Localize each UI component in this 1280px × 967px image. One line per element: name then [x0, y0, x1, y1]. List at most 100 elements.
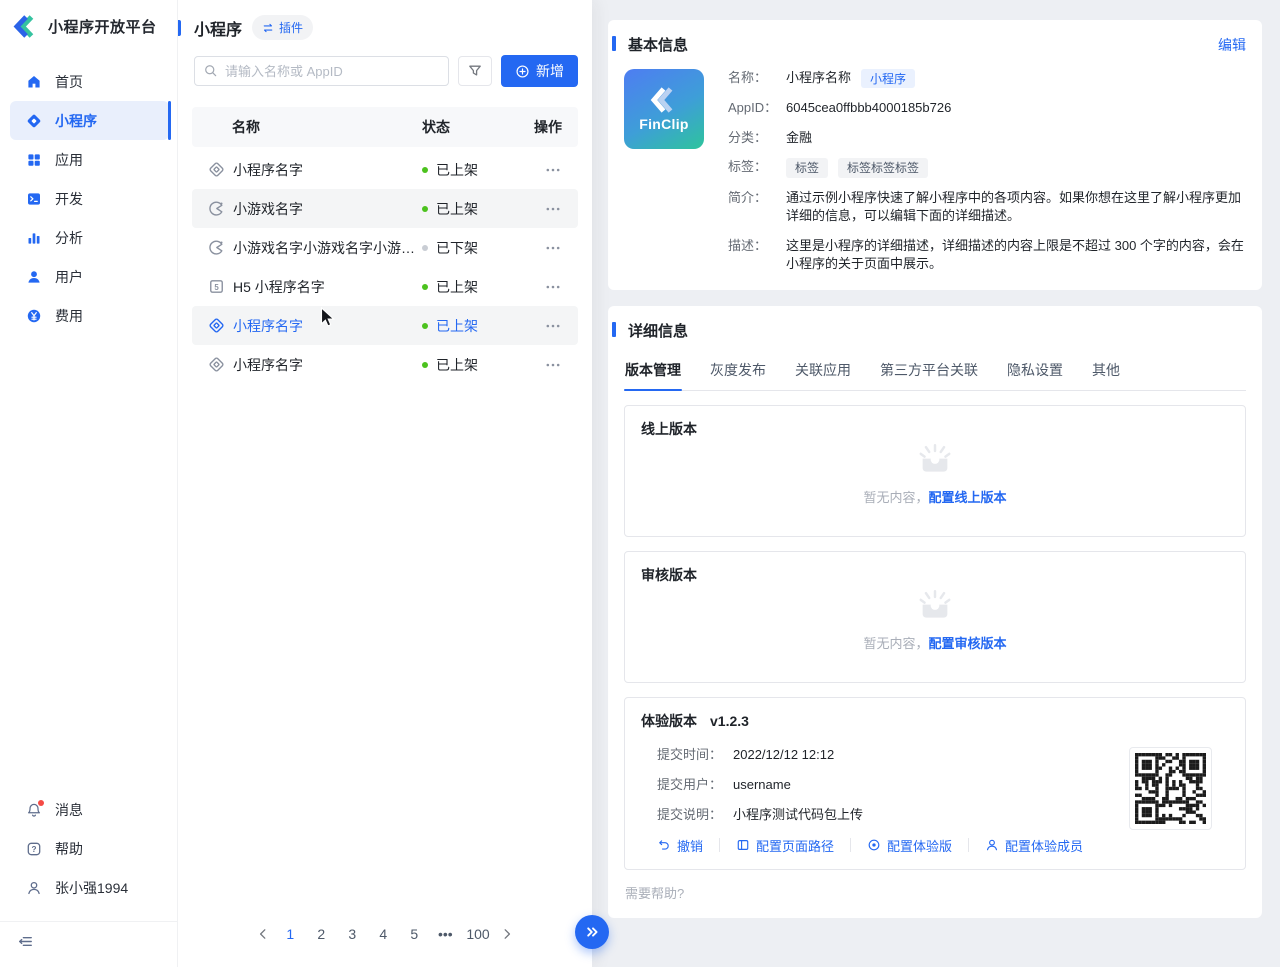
row-status-text: 已上架 — [436, 160, 478, 180]
tab-2[interactable]: 灰度发布 — [709, 351, 767, 390]
table-row[interactable]: 小程序名字 已上架 — [192, 345, 578, 384]
field-value: 小程序名称 — [786, 69, 851, 88]
field-label: 简介： — [728, 189, 786, 226]
sidebar-item-home[interactable]: 首页 — [10, 62, 169, 101]
users-icon — [26, 269, 42, 285]
trial-version-actions: 撤销 配置页面路径 配置体验版 配置体验成员 — [641, 836, 1229, 855]
row-more-button[interactable] — [514, 278, 562, 296]
page-number[interactable]: 3 — [340, 923, 364, 945]
tab-5[interactable]: 隐私设置 — [1006, 351, 1064, 390]
plugin-badge[interactable]: 插件 — [252, 15, 313, 40]
next-page-button[interactable] — [499, 926, 515, 942]
app-logo: 小程序开放平台 — [0, 0, 177, 54]
row-name: 小程序名字 — [233, 316, 303, 336]
action-label: 配置体验成员 — [1005, 836, 1083, 855]
column-name: 名称 — [208, 117, 422, 137]
bell-icon — [26, 802, 42, 818]
swap-icon — [262, 22, 274, 34]
sidebar-item-dev[interactable]: 开发 — [10, 179, 169, 218]
row-more-button[interactable] — [514, 317, 562, 335]
prev-page-button[interactable] — [255, 926, 271, 942]
configure-review-version-link[interactable]: 配置审核版本 — [929, 636, 1007, 651]
sidebar-item-miniprogram[interactable]: 小程序 — [10, 101, 169, 140]
filter-button[interactable] — [458, 56, 492, 86]
tab-1[interactable]: 版本管理 — [624, 351, 682, 390]
row-status-text: 已下架 — [436, 238, 478, 258]
tag: 标签 — [786, 158, 828, 177]
field-label: 分类： — [728, 129, 786, 148]
plus-circle-icon — [515, 64, 530, 79]
trial-field-value: 2022/12/12 12:12 — [733, 746, 834, 763]
page-number[interactable]: ••• — [433, 923, 457, 945]
ellipsis-icon — [544, 161, 562, 179]
ellipsis-icon — [544, 356, 562, 374]
row-more-button[interactable] — [514, 356, 562, 374]
trial-field-label: 提交用户： — [657, 776, 733, 793]
detail-info-card: 详细信息 版本管理灰度发布关联应用第三方平台关联隐私设置其他 线上版本 暂无内容… — [608, 306, 1262, 918]
action-separator — [968, 838, 969, 852]
sidebar-item-label: 分析 — [55, 228, 83, 248]
trial-version-box: 体验版本 v1.2.3 提交时间： 2022/12/12 12:12 提交用户：… — [624, 697, 1246, 870]
sidebar-item-users[interactable]: 用户 — [10, 257, 169, 296]
tag: 标签标签标签 — [838, 158, 928, 177]
online-version-title: 线上版本 — [641, 419, 1229, 439]
action-page-button[interactable]: 配置页面路径 — [736, 836, 834, 855]
page-number[interactable]: 2 — [309, 923, 333, 945]
tab-6[interactable]: 其他 — [1091, 351, 1121, 390]
tab-3[interactable]: 关联应用 — [794, 351, 852, 390]
trial-field-label: 提交时间： — [657, 746, 733, 763]
row-name: 小游戏名字 — [233, 199, 303, 219]
qr-code — [1129, 747, 1212, 830]
row-more-button[interactable] — [514, 239, 562, 257]
collapse-sidebar-icon[interactable] — [17, 933, 34, 950]
page-number[interactable]: 4 — [371, 923, 395, 945]
edit-link[interactable]: 编辑 — [1218, 35, 1246, 55]
basic-info-card: 基本信息 编辑 FinClip 名称： 小程序名称 小程序 AppID： — [608, 20, 1262, 290]
sidebar-item-fee[interactable]: 费用 — [10, 296, 169, 335]
status-dot — [422, 284, 428, 290]
page-number-current[interactable]: 1 — [278, 923, 302, 945]
page-number[interactable]: 100 — [464, 923, 491, 945]
row-more-button[interactable] — [514, 200, 562, 218]
action-undo-button[interactable]: 撤销 — [657, 836, 703, 855]
sidebar-bottom: 消息 ? 帮助 张小强1994 — [0, 790, 177, 907]
field-label: 描述： — [728, 237, 786, 274]
field-label: 名称： — [728, 69, 786, 88]
sidebar-item-label: 小程序 — [55, 111, 97, 131]
action-member-button[interactable]: 配置体验成员 — [985, 836, 1083, 855]
field-intro: 简介： 通过示例小程序快速了解小程序中的各项内容。如果你想在这里了解小程序更加详… — [728, 189, 1246, 226]
configure-online-version-link[interactable]: 配置线上版本 — [929, 490, 1007, 505]
row-more-button[interactable] — [514, 161, 562, 179]
sidebar-item-analytics[interactable]: 分析 — [10, 218, 169, 257]
analytics-icon — [26, 230, 42, 246]
target-icon — [867, 838, 881, 852]
page-number[interactable]: 5 — [402, 923, 426, 945]
table-row[interactable]: 小游戏名字 已上架 — [192, 189, 578, 228]
platform-logo-icon — [13, 13, 40, 40]
sidebar-item-apps[interactable]: 应用 — [10, 140, 169, 179]
row-status-text: 已上架 — [436, 199, 478, 219]
add-button[interactable]: 新增 — [501, 55, 578, 87]
trial-version-number: v1.2.3 — [710, 713, 749, 729]
tab-4[interactable]: 第三方平台关联 — [879, 351, 979, 390]
sidebar-bottom-item-bell[interactable]: 消息 — [0, 790, 177, 829]
column-status: 状态 — [422, 117, 514, 137]
type-badge: 小程序 — [861, 69, 915, 88]
table-row[interactable]: 小游戏名字小游戏名字小游戏名字 已下架 — [192, 228, 578, 267]
sidebar-item-label: 费用 — [55, 306, 83, 326]
person-icon — [26, 880, 42, 896]
sidebar-bottom-item-help[interactable]: ? 帮助 — [0, 829, 177, 868]
page-title: 小程序 — [194, 16, 242, 40]
trial-version-title: 体验版本 — [641, 711, 697, 731]
add-button-label: 新增 — [536, 61, 564, 81]
action-target-button[interactable]: 配置体验版 — [867, 836, 952, 855]
search-input[interactable] — [194, 56, 449, 86]
table-row[interactable]: 小程序名字 已上架 — [192, 306, 578, 345]
expand-panel-button[interactable] — [575, 915, 609, 949]
table-row[interactable]: 小程序名字 已上架 — [192, 150, 578, 189]
undo-icon — [657, 838, 671, 852]
table-row[interactable]: 5 H5 小程序名字 已上架 — [192, 267, 578, 306]
search-box — [194, 56, 449, 86]
sidebar-bottom-item-person[interactable]: 张小强1994 — [0, 868, 177, 907]
detail-info-header: 详细信息 — [624, 320, 1246, 341]
